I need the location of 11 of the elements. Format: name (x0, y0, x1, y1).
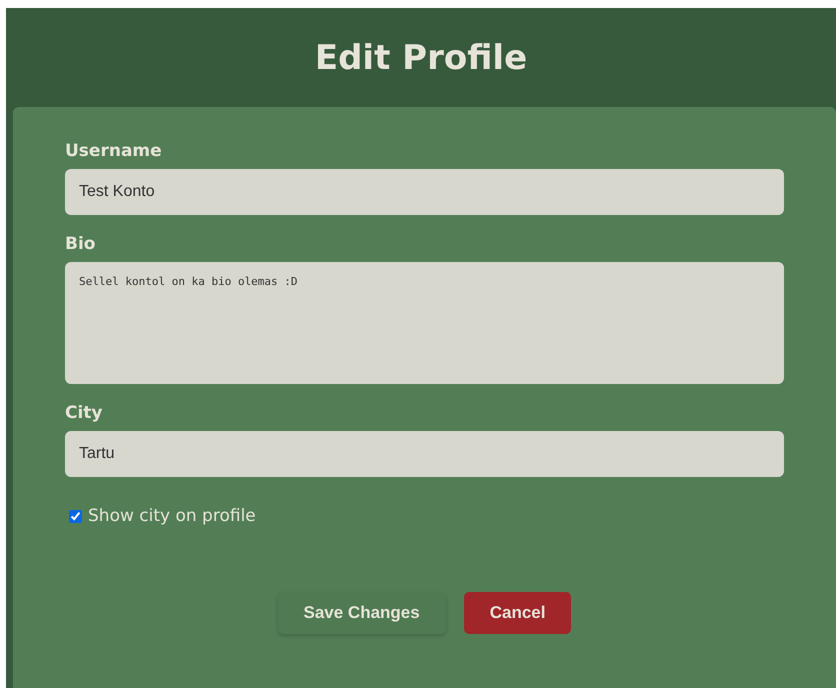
field-label: Bio (65, 234, 96, 254)
field-label: Username (65, 141, 162, 161)
bio-field[interactable]: Sellel kontol on ka bio olemas :D (65, 262, 784, 384)
page-title: Edit Profile (314, 36, 528, 80)
cancel-button[interactable]: Cancel (464, 592, 572, 634)
checkbox[interactable] (69, 510, 82, 522)
checkbox-label: Show city on profile (88, 506, 256, 526)
field-label: City (65, 403, 103, 423)
save-button[interactable]: Save Changes (278, 592, 446, 634)
input-field[interactable]: Test Konto (65, 169, 784, 215)
input-field[interactable]: Tartu (65, 431, 784, 477)
